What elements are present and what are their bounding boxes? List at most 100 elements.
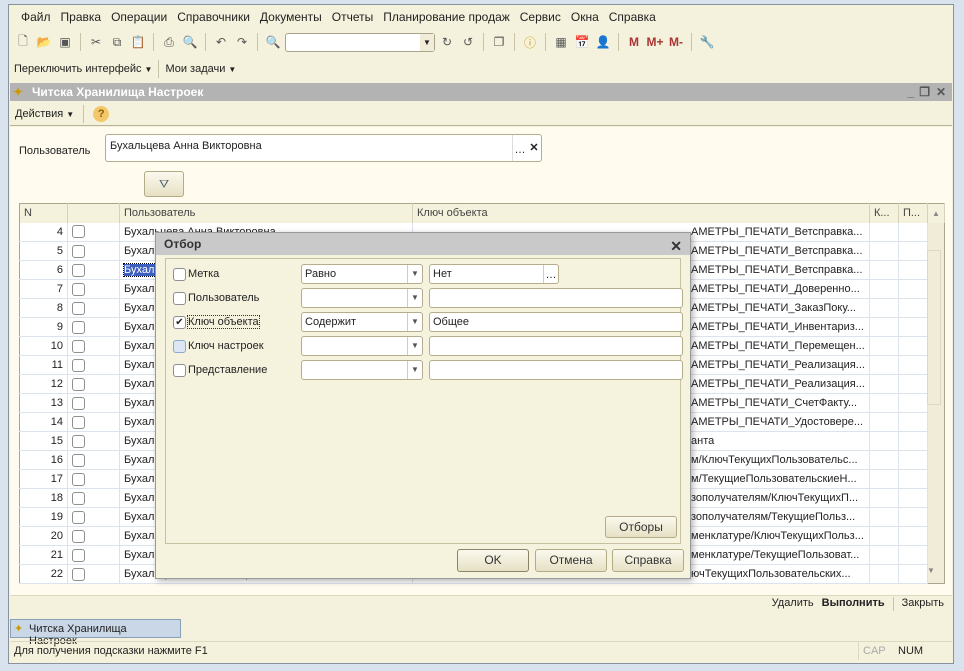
delete-button[interactable]: Удалить: [772, 597, 814, 611]
memory-plus-button[interactable]: M+: [646, 33, 664, 51]
execute-button[interactable]: Выполнить: [822, 597, 885, 611]
row-checkbox[interactable]: [72, 491, 85, 505]
col-p[interactable]: П...: [898, 203, 928, 223]
menu-documents[interactable]: Документы: [255, 8, 327, 28]
row-checkbox[interactable]: [72, 225, 85, 239]
chevron-down-icon[interactable]: ▼: [407, 265, 422, 283]
row-mark-cell[interactable]: [67, 564, 120, 584]
row-mark-cell[interactable]: [67, 507, 120, 527]
close-button[interactable]: Закрыть: [902, 597, 944, 611]
col-k[interactable]: К...: [869, 203, 899, 223]
calculator-icon[interactable]: ▦: [552, 33, 570, 51]
minimize-icon[interactable]: _: [907, 83, 914, 101]
search-input[interactable]: ▼: [285, 32, 435, 52]
taskbar-tab[interactable]: ✦ Читска Хранилища Настроек: [10, 619, 181, 647]
scrollbar-track[interactable]: [927, 222, 945, 242]
scrollbar-track[interactable]: [927, 507, 945, 527]
col-user[interactable]: Пользователь: [119, 203, 413, 223]
print-icon[interactable]: ⎙: [160, 33, 178, 51]
scrollbar-track[interactable]: [927, 469, 945, 489]
condition-select[interactable]: ▼: [301, 360, 423, 380]
row-checkbox[interactable]: [72, 244, 85, 258]
row-mark-cell[interactable]: [67, 222, 120, 242]
col-n[interactable]: N: [19, 203, 68, 223]
row-mark-cell[interactable]: [67, 374, 120, 394]
menu-catalogs[interactable]: Справочники: [172, 8, 255, 28]
col-object-key[interactable]: Ключ объекта: [412, 203, 870, 223]
chevron-down-icon[interactable]: ▼: [407, 289, 422, 307]
menu-help[interactable]: Справка: [604, 8, 661, 28]
row-mark-cell[interactable]: [67, 298, 120, 318]
chevron-down-icon[interactable]: ▼: [407, 337, 422, 355]
filter-checkbox[interactable]: [173, 339, 186, 353]
filter-value-input[interactable]: [429, 360, 683, 380]
filter-checkbox[interactable]: ✔: [173, 315, 186, 329]
scrollbar-track[interactable]: [927, 488, 945, 508]
restore-icon[interactable]: ❐: [919, 83, 930, 101]
row-checkbox[interactable]: [72, 320, 85, 334]
condition-select[interactable]: ▼: [301, 288, 423, 308]
switch-interface-button[interactable]: Переключить интерфейс: [14, 63, 142, 75]
row-mark-cell[interactable]: [67, 526, 120, 546]
preview-icon[interactable]: 🔍: [181, 33, 199, 51]
select-button[interactable]: …: [512, 135, 527, 161]
filter-checkbox[interactable]: [173, 291, 186, 305]
menu-sales-planning[interactable]: Планирование продаж: [378, 8, 515, 28]
row-mark-cell[interactable]: [67, 412, 120, 432]
row-checkbox[interactable]: [72, 453, 85, 467]
filter-checkbox[interactable]: [173, 267, 186, 281]
row-mark-cell[interactable]: [67, 545, 120, 565]
filter-value-input[interactable]: [429, 336, 683, 356]
condition-select[interactable]: ▼: [301, 336, 423, 356]
menu-reports[interactable]: Отчеты: [327, 8, 378, 28]
help-icon[interactable]: ?: [93, 105, 110, 122]
row-mark-cell[interactable]: [67, 488, 120, 508]
chevron-down-icon[interactable]: ▼: [407, 361, 422, 379]
copy-icon[interactable]: ⧉: [108, 33, 126, 51]
menu-file[interactable]: Файл: [16, 8, 56, 28]
windows-icon[interactable]: ❐: [490, 33, 508, 51]
row-checkbox[interactable]: [72, 434, 85, 448]
close-icon[interactable]: ✕: [936, 83, 946, 101]
row-mark-cell[interactable]: [67, 469, 120, 489]
filter-value-input[interactable]: Нет…: [429, 264, 559, 284]
row-mark-cell[interactable]: [67, 317, 120, 337]
redo-icon[interactable]: ↷: [233, 33, 251, 51]
row-mark-cell[interactable]: [67, 431, 120, 451]
row-mark-cell[interactable]: [67, 260, 120, 280]
find-prev-icon[interactable]: ↺: [459, 33, 477, 51]
row-checkbox[interactable]: [72, 377, 85, 391]
row-mark-cell[interactable]: [67, 241, 120, 261]
memory-minus-button[interactable]: M-: [667, 33, 685, 51]
help-button[interactable]: Справка: [612, 549, 684, 572]
memory-button[interactable]: M: [625, 33, 643, 51]
cancel-button[interactable]: Отмена: [535, 549, 607, 572]
menu-edit[interactable]: Правка: [56, 8, 107, 28]
scrollbar-track[interactable]: [927, 412, 945, 432]
scroll-down-icon[interactable]: ▼: [927, 566, 935, 575]
scrollbar-track[interactable]: [927, 450, 945, 470]
users-icon[interactable]: 👤: [594, 33, 612, 51]
row-checkbox[interactable]: [72, 396, 85, 410]
row-mark-cell[interactable]: [67, 393, 120, 413]
chevron-down-icon[interactable]: ▼: [420, 33, 434, 51]
tools-icon[interactable]: 🔧: [698, 33, 716, 51]
cut-icon[interactable]: ✂: [87, 33, 105, 51]
row-mark-cell[interactable]: [67, 279, 120, 299]
close-icon[interactable]: ✕: [670, 235, 682, 257]
scrollbar-thumb[interactable]: [927, 250, 941, 405]
filters-button[interactable]: Отборы: [605, 516, 677, 538]
find-next-icon[interactable]: ↻: [438, 33, 456, 51]
menu-windows[interactable]: Окна: [566, 8, 604, 28]
row-checkbox[interactable]: [72, 263, 85, 277]
chevron-down-icon[interactable]: ▼: [407, 313, 422, 331]
condition-select[interactable]: Содержит ▼: [301, 312, 423, 332]
row-checkbox[interactable]: [72, 358, 85, 372]
row-checkbox[interactable]: [72, 339, 85, 353]
menu-operations[interactable]: Операции: [106, 8, 172, 28]
condition-select[interactable]: Равно ▼: [301, 264, 423, 284]
row-checkbox[interactable]: [72, 282, 85, 296]
ok-button[interactable]: OK: [457, 549, 529, 572]
filter-value-input[interactable]: Общее: [429, 312, 683, 332]
row-checkbox[interactable]: [72, 301, 85, 315]
